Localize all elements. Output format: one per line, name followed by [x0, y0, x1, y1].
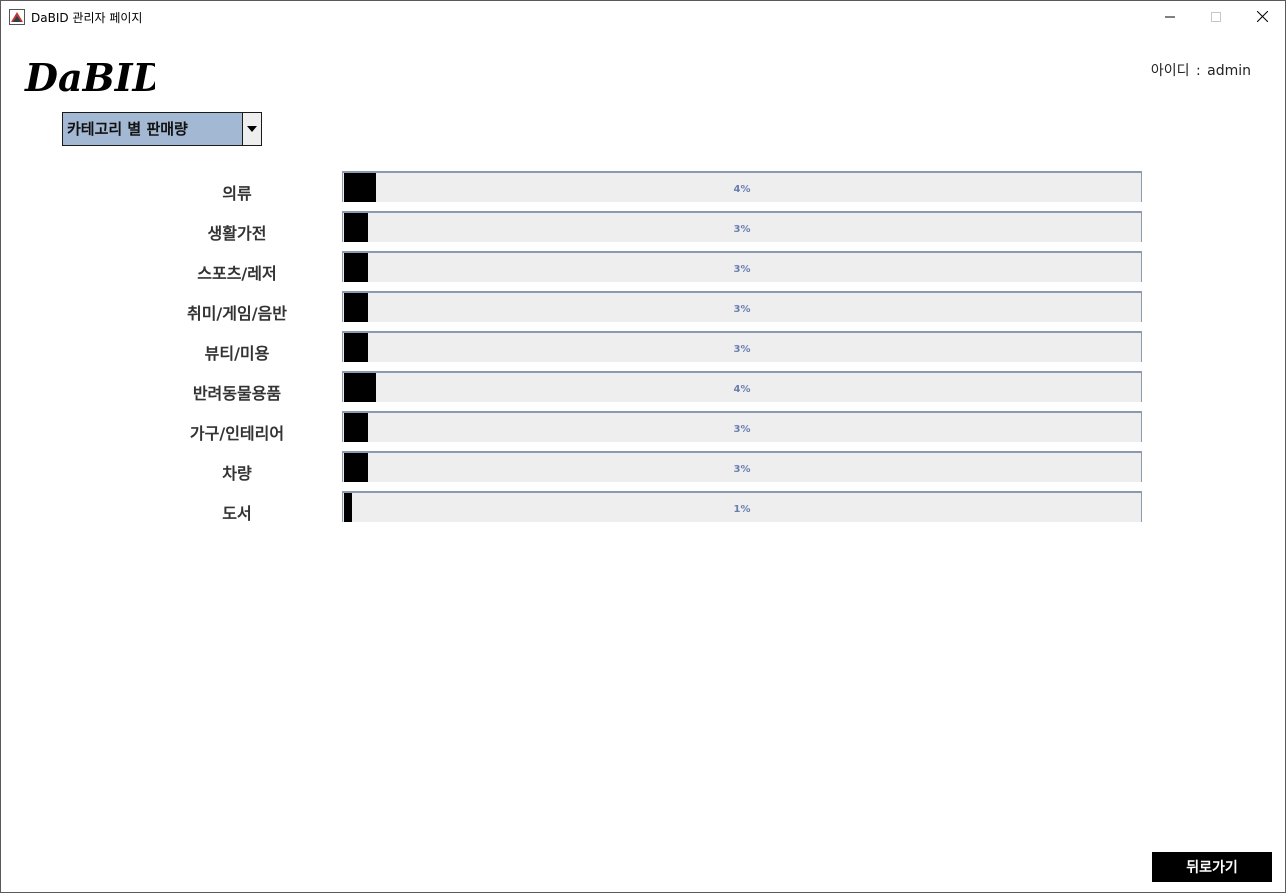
category-select-toggle[interactable] — [242, 113, 261, 145]
sales-progress-bar: 3% — [342, 451, 1142, 482]
category-row: 생활가전 3% — [1, 211, 1286, 243]
sales-progress-bar: 1% — [342, 491, 1142, 522]
sales-progress-bar: 3% — [342, 291, 1142, 322]
sales-progress-bar: 4% — [342, 171, 1142, 202]
category-label: 도서 — [222, 504, 252, 523]
sales-percent-text: 3% — [733, 464, 751, 475]
close-button[interactable] — [1239, 1, 1285, 32]
category-label: 차량 — [222, 464, 252, 483]
sales-percent-text: 4% — [733, 384, 751, 395]
category-label: 뷰티/미용 — [204, 344, 270, 363]
title-bar[interactable]: DaBID 관리자 페이지 — [1, 1, 1285, 32]
sales-progress-bar: 3% — [342, 251, 1142, 282]
category-label: 생활가전 — [207, 224, 267, 243]
category-row: 차량 3% — [1, 451, 1286, 483]
maximize-button[interactable] — [1193, 1, 1239, 32]
user-id-separator: : — [1195, 63, 1201, 79]
sales-percent-text: 3% — [733, 424, 751, 435]
java-app-icon — [9, 9, 25, 25]
window-title: DaBID 관리자 페이지 — [31, 11, 143, 25]
sales-percent-text: 3% — [733, 224, 751, 235]
minimize-button[interactable] — [1147, 1, 1193, 32]
back-button[interactable]: 뒤로가기 — [1152, 852, 1272, 882]
category-select[interactable]: 카테고리 별 판매량 — [62, 112, 262, 146]
maximize-icon — [1211, 11, 1221, 22]
close-icon — [1256, 11, 1268, 22]
logo-text: DaBID — [24, 55, 155, 99]
sales-percent-text: 4% — [733, 184, 751, 195]
sales-progress-bar: 3% — [342, 331, 1142, 362]
sales-percent-text: 3% — [733, 264, 751, 275]
category-label: 스포츠/레저 — [197, 264, 277, 283]
category-row: 반려동물용품 4% — [1, 371, 1286, 403]
user-id-label: 아이디 — [1150, 63, 1190, 79]
category-label: 의류 — [222, 184, 252, 203]
category-row: 스포츠/레저 3% — [1, 251, 1286, 283]
minimize-icon — [1165, 16, 1175, 17]
category-row: 뷰티/미용 3% — [1, 331, 1286, 363]
category-row: 도서 1% — [1, 491, 1286, 523]
app-window: DaBID 관리자 페이지 DaBID 아이디 : admin 카테고리 별 판… — [0, 0, 1286, 893]
category-select-value[interactable]: 카테고리 별 판매량 — [63, 113, 242, 145]
sales-progress-bar: 3% — [342, 411, 1142, 442]
sales-progress-bar: 4% — [342, 371, 1142, 402]
sales-percent-text: 3% — [733, 344, 751, 355]
user-id-value: admin — [1207, 63, 1251, 79]
category-row: 가구/인테리어 3% — [1, 411, 1286, 443]
category-row: 의류 4% — [1, 171, 1286, 203]
category-row: 취미/게임/음반 3% — [1, 291, 1286, 323]
sales-percent-text: 3% — [733, 304, 751, 315]
category-label: 가구/인테리어 — [189, 424, 285, 443]
dabid-logo: DaBID — [23, 55, 165, 100]
category-label: 반려동물용품 — [192, 384, 282, 403]
category-label: 취미/게임/음반 — [186, 304, 287, 323]
chevron-down-icon — [247, 126, 257, 132]
sales-percent-text: 1% — [733, 504, 751, 515]
user-id-display: 아이디 : admin — [1151, 60, 1251, 80]
sales-progress-bar: 3% — [342, 211, 1142, 242]
